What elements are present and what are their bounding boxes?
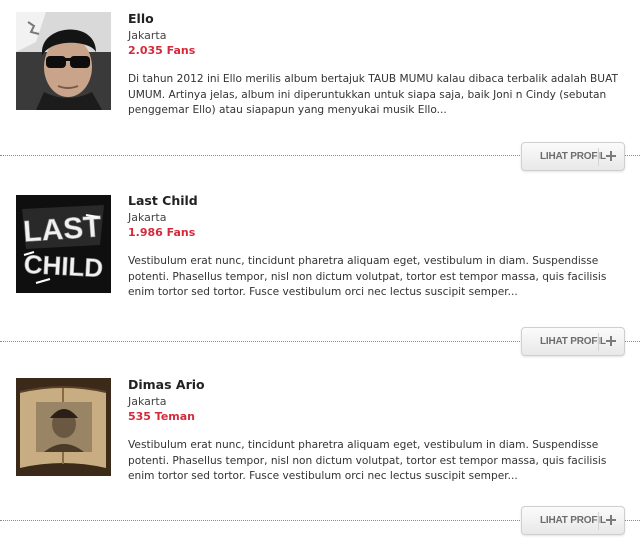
profile-description: Di tahun 2012 ini Ello merilis album ber… — [128, 73, 618, 116]
ello-photo-image — [16, 12, 111, 110]
profile-name[interactable]: Ello — [128, 11, 633, 27]
last-child-logo-image: LAST CHILD — [16, 195, 111, 293]
profile-photo-dimas-ario[interactable] — [16, 378, 111, 476]
button-separator — [598, 148, 599, 166]
view-profile-button-label: Lihat Profil — [540, 151, 606, 162]
view-profile-button[interactable]: Lihat Profil — [521, 142, 625, 171]
dimas-ario-photo-image — [16, 378, 111, 476]
profile-description: Vestibulum erat nunc, tincidunt pharetra… — [128, 439, 607, 482]
profile-city: Jakarta — [128, 211, 167, 224]
profile-name[interactable]: Dimas Ario — [128, 377, 633, 393]
profile-description: Vestibulum erat nunc, tincidunt pharetra… — [128, 255, 607, 298]
profile-city: Jakarta — [128, 29, 167, 42]
view-profile-button-label: Lihat Profil — [540, 336, 606, 347]
profile-friends-count: 535 Teman — [128, 410, 196, 423]
logo-text-line-2: CHILD — [23, 249, 104, 283]
profile-photo-ello[interactable] — [16, 12, 111, 110]
plus-icon — [606, 151, 616, 161]
view-profile-button-label: Lihat Profil — [540, 515, 606, 526]
button-separator — [598, 333, 599, 351]
profile-name[interactable]: Last Child — [128, 193, 633, 209]
view-profile-button[interactable]: Lihat Profil — [521, 506, 625, 535]
profile-fans-count: 2.035 Fans — [128, 44, 196, 57]
plus-icon — [606, 515, 616, 525]
profile-city: Jakarta — [128, 395, 167, 408]
profile-fans-count: 1.986 Fans — [128, 226, 196, 239]
view-profile-button[interactable]: Lihat Profil — [521, 327, 625, 356]
button-separator — [598, 512, 599, 530]
plus-icon — [606, 336, 616, 346]
profile-photo-last-child[interactable]: LAST CHILD — [16, 195, 111, 293]
